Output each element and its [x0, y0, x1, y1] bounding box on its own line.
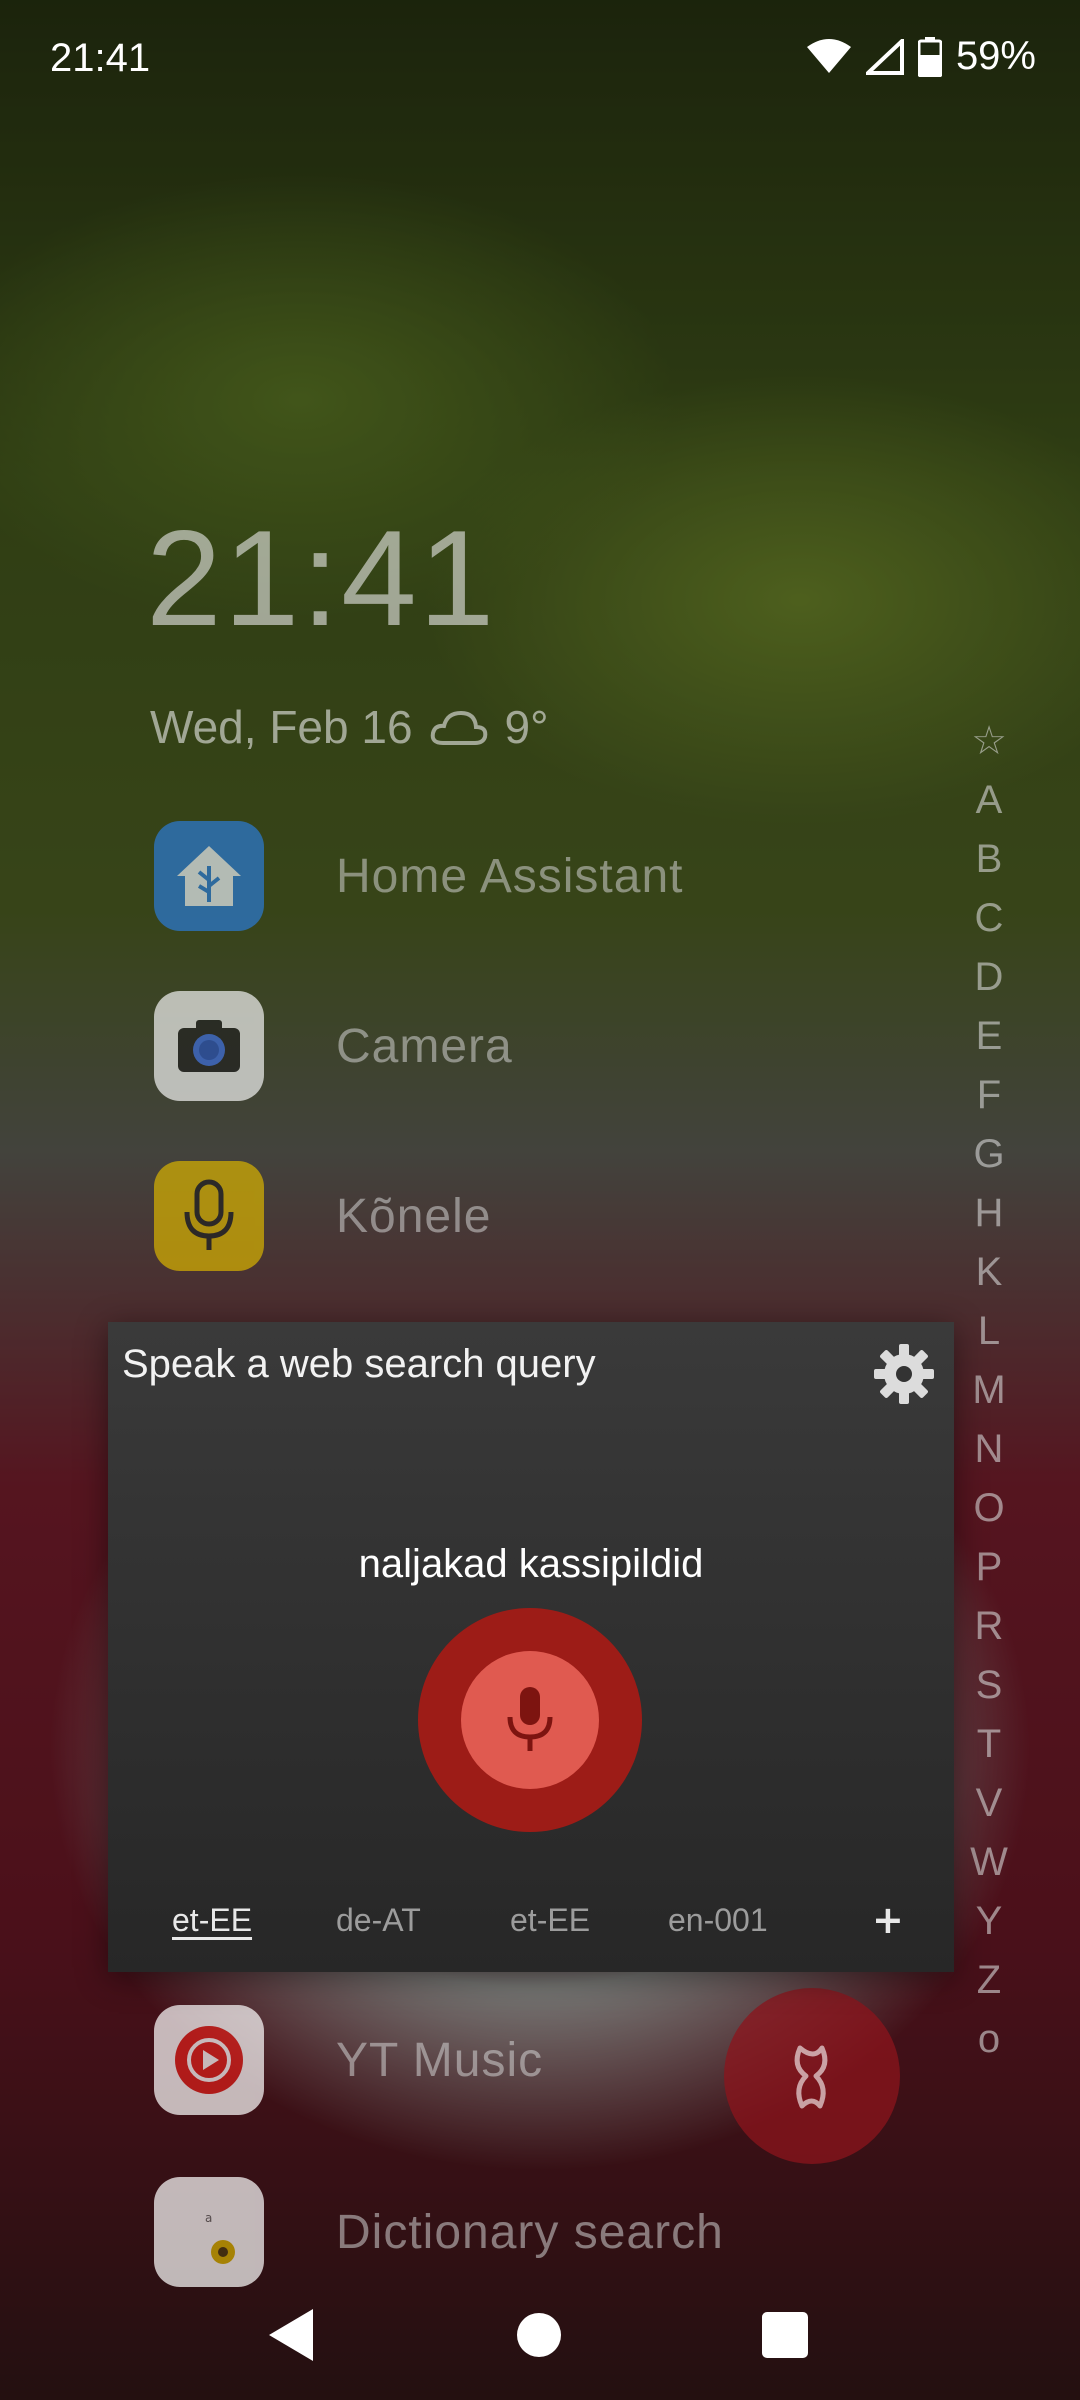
alphabet-letter[interactable]: Y [976, 1892, 1003, 1951]
alphabet-letter[interactable]: N [975, 1420, 1004, 1479]
language-tab[interactable]: et-EE [510, 1902, 590, 1939]
temperature: 9° [504, 701, 549, 753]
camera-icon [154, 991, 264, 1101]
cellular-signal-icon [865, 38, 904, 75]
app-label: Dictionary search [336, 2205, 724, 2259]
transcript-text: naljakad kassipildid [358, 1542, 704, 1586]
language-tab[interactable]: en-001 [668, 1902, 768, 1939]
wifi-icon [806, 38, 851, 73]
alphabet-letter[interactable]: F [977, 1066, 1001, 1125]
home-icon [517, 2313, 561, 2357]
mic-button-inner [461, 1651, 599, 1789]
konele-logo-icon [794, 2045, 828, 2109]
alphabet-letter[interactable]: A [976, 771, 1003, 830]
alphabet-letter[interactable]: B [976, 830, 1003, 889]
alphabet-letter[interactable]: C [975, 889, 1004, 948]
voice-search-dialog: Speak a web search query naljakad kassip… [108, 1322, 954, 1972]
alphabet-letter[interactable]: R [975, 1597, 1004, 1656]
alphabet-letter[interactable]: D [975, 948, 1004, 1007]
add-language-button[interactable]: + [872, 1898, 904, 1942]
mic-button[interactable] [418, 1608, 642, 1832]
gear-icon[interactable] [870, 1340, 938, 1408]
app-konele[interactable]: Kõnele [154, 1160, 914, 1272]
alphabet-letter[interactable]: H [975, 1184, 1004, 1243]
microphone-icon [507, 1687, 553, 1751]
status-time: 21:41 [50, 36, 151, 80]
alphabet-letter[interactable]: ☆ [971, 712, 1007, 771]
alphabet-letter[interactable]: Z [977, 1951, 1001, 2010]
alphabet-letter[interactable]: K [976, 1243, 1003, 1302]
back-icon [269, 2309, 313, 2361]
back-button[interactable] [256, 2300, 326, 2370]
alphabet-letter[interactable]: V [976, 1774, 1003, 1833]
microphone-icon [154, 1161, 264, 1271]
svg-text:a: a [205, 2211, 212, 2225]
app-label: Camera [336, 1019, 513, 1073]
alphabet-letter[interactable]: W [970, 1833, 1008, 1892]
alphabet-letter[interactable]: M [972, 1361, 1005, 1420]
home-assistant-icon [154, 821, 264, 931]
app-label: YT Music [336, 2033, 544, 2087]
alphabet-letter[interactable]: L [978, 1302, 1000, 1361]
clock-date: Wed, Feb 16 [150, 701, 413, 753]
dialog-title: Speak a web search query [122, 1342, 596, 1386]
clock-date-row[interactable]: Wed, Feb 16 9° [150, 700, 549, 754]
alphabet-letter[interactable]: G [973, 1125, 1004, 1184]
alphabet-letter[interactable]: E [976, 1007, 1003, 1066]
app-label: Home Assistant [336, 849, 684, 903]
recents-button[interactable] [750, 2300, 820, 2370]
cloud-icon [430, 710, 487, 745]
status-icons: 59% [806, 34, 1036, 79]
language-bar: et-EE de-AT et-EE en-001 + [108, 1898, 954, 1962]
recents-icon [762, 2312, 808, 2358]
home-button[interactable] [504, 2300, 574, 2370]
battery-icon [917, 36, 942, 77]
konele-fab-button[interactable] [724, 1988, 900, 2164]
app-home-assistant[interactable]: Home Assistant [154, 820, 914, 932]
alphabet-letter[interactable]: T [977, 1715, 1001, 1774]
alphabet-letter[interactable]: P [976, 1538, 1003, 1597]
clock-time[interactable]: 21:41 [146, 500, 496, 656]
status-bar: 21:41 59% [0, 0, 1080, 120]
alphabet-letter[interactable]: O [973, 1479, 1004, 1538]
alphabet-letter[interactable]: S [976, 1656, 1003, 1715]
yt-music-icon [154, 2005, 264, 2115]
language-tab[interactable]: de-AT [336, 1902, 421, 1939]
language-tab[interactable]: et-EE [172, 1902, 252, 1939]
navigation-bar [0, 2270, 1080, 2400]
app-label: Kõnele [336, 1189, 492, 1243]
battery-percent: 59% [955, 34, 1036, 78]
alphabet-letter[interactable]: o [978, 2010, 1000, 2069]
app-camera[interactable]: Camera [154, 990, 914, 1102]
alphabet-scrubber[interactable]: ☆ A B C D E F G H K L M N O P R S T V W Y Zo [964, 712, 1014, 2069]
